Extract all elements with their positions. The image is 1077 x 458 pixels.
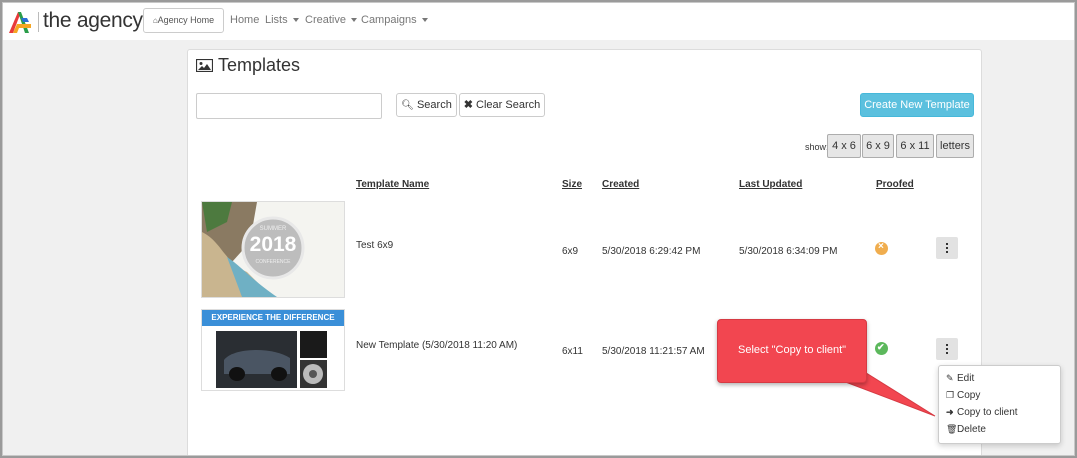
agency-home-label: Agency Home <box>157 15 215 25</box>
template-created: 5/30/2018 6:29:42 PM <box>602 246 701 257</box>
header-size[interactable]: Size <box>562 179 582 190</box>
header-created[interactable]: Created <box>602 179 639 190</box>
image-icon <box>196 59 213 72</box>
template-thumbnail[interactable]: EXPERIENCE THE DIFFERENCE <box>201 309 345 391</box>
brand-separator <box>38 12 39 32</box>
template-created: 5/30/2018 11:21:57 AM <box>602 346 705 357</box>
nav-lists[interactable]: Lists <box>265 14 299 26</box>
template-updated: 5/30/2018 6:34:09 PM <box>739 246 838 257</box>
menu-item-label: Delete <box>957 424 986 435</box>
template-thumbnail[interactable]: SUMMER 2018 CONFERENCE <box>201 201 345 298</box>
menu-item-edit[interactable]: ✎ Edit <box>946 373 974 384</box>
template-name[interactable]: New Template (5/30/2018 11:20 AM) <box>356 340 517 351</box>
nav-lists-label: Lists <box>265 14 288 26</box>
agency-logo[interactable] <box>7 8 41 36</box>
menu-item-label: Copy <box>957 390 981 401</box>
caret-down-icon <box>421 18 428 23</box>
brand-name: the agency <box>43 9 143 32</box>
search-input[interactable] <box>196 93 382 119</box>
page-title: Templates <box>218 55 301 75</box>
template-name[interactable]: Test 6x9 <box>356 240 393 251</box>
arrow-right-icon: ➜ <box>946 407 954 417</box>
menu-item-copy-to-client[interactable]: ➜ Copy to client <box>946 407 1018 418</box>
menu-item-label: Copy to client <box>957 407 1018 418</box>
search-button-label: Search <box>416 99 452 111</box>
thumb-year: 2018 <box>249 233 297 256</box>
nav-creative[interactable]: Creative <box>305 14 357 26</box>
nav-campaigns[interactable]: Campaigns <box>361 14 428 26</box>
callout-text: Select "Copy to client" <box>738 344 847 356</box>
nav-creative-label: Creative <box>305 14 346 26</box>
browser-frame: the agency ⌂Agency Home Home Lists Creat… <box>2 2 1075 456</box>
not-proofed-icon: × <box>875 241 888 255</box>
thumb-top-text: SUMMER <box>259 226 287 232</box>
menu-item-copy[interactable]: ❐ Copy <box>946 390 980 401</box>
caret-down-icon <box>350 18 357 23</box>
edit-icon: ✎ <box>946 373 954 383</box>
trash-icon: 🗑︎ <box>946 424 958 434</box>
nav-home-label: Home <box>230 14 260 26</box>
agency-home-button[interactable]: ⌂Agency Home <box>143 8 224 33</box>
search-icon: 🔍︎ <box>401 100 414 111</box>
header-proofed[interactable]: Proofed <box>876 179 914 190</box>
create-new-template-button[interactable]: Create New Template <box>860 93 974 117</box>
size-filter-6x9[interactable]: 6 x 9 <box>862 134 894 158</box>
search-button[interactable]: 🔍︎ Search <box>396 93 457 117</box>
nav-campaigns-label: Campaigns <box>361 14 417 26</box>
template-size: 6x9 <box>562 246 579 257</box>
size-filter-letters[interactable]: letters <box>936 134 974 158</box>
create-template-label: Create New Template <box>864 99 970 111</box>
caret-down-icon <box>292 18 299 23</box>
close-icon: ✖ <box>463 99 473 111</box>
header-last-updated[interactable]: Last Updated <box>739 179 802 190</box>
size-filter-4x6[interactable]: 4 x 6 <box>827 134 861 158</box>
nav-home[interactable]: Home <box>230 14 259 26</box>
menu-item-delete[interactable]: 🗑︎Delete <box>946 424 986 435</box>
copy-icon: ❐ <box>946 390 955 400</box>
size-filter-6x11[interactable]: 6 x 11 <box>896 134 934 158</box>
thumb-banner-text: EXPERIENCE THE DIFFERENCE <box>211 313 335 322</box>
template-size: 6x11 <box>562 346 583 357</box>
clear-search-button[interactable]: ✖ Clear Search <box>459 93 545 117</box>
row-actions-menu: ✎ Edit ❐ Copy ➜ Copy to client 🗑︎Delete <box>938 365 1061 444</box>
thumb-bottom-text: CONFERENCE <box>255 259 291 265</box>
header-template-name[interactable]: Template Name <box>356 179 429 190</box>
show-label: show: <box>805 142 829 152</box>
menu-item-label: Edit <box>957 373 975 384</box>
clear-search-label: Clear Search <box>476 99 541 111</box>
top-navbar: the agency ⌂Agency Home Home Lists Creat… <box>3 3 1074 40</box>
row-actions-button[interactable] <box>936 237 958 259</box>
